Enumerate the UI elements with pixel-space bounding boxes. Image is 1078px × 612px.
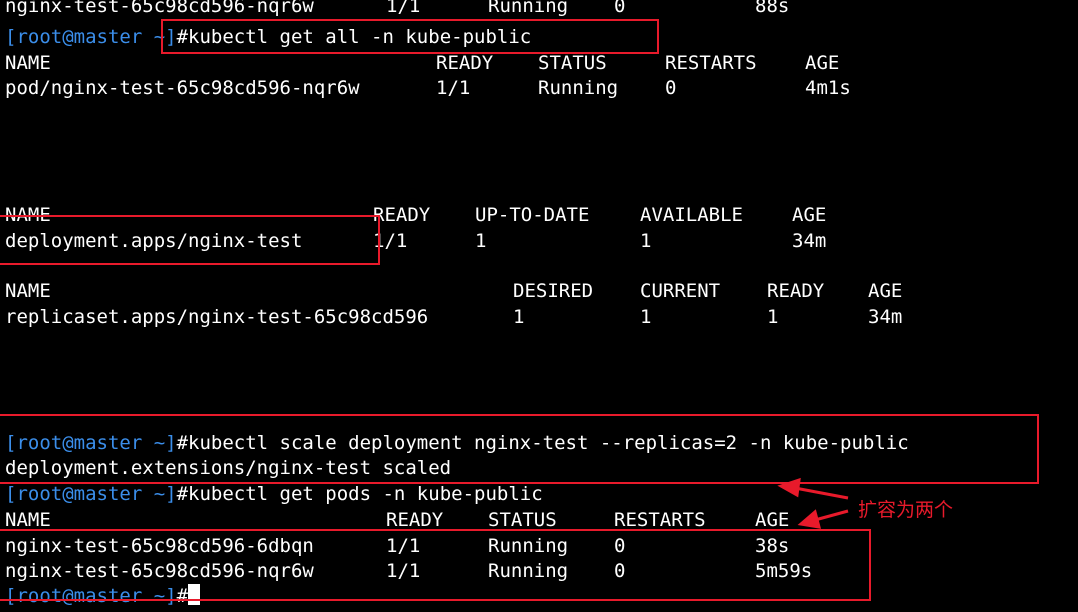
terminal-window[interactable]: nginx-test-65c98cd596-nqr6w 1/1 Running … [0, 0, 1078, 612]
arrow-head-pods [797, 509, 822, 529]
arrow-to-pods [814, 509, 849, 522]
arrow-head-scale [777, 477, 801, 498]
arrow-to-scale [794, 486, 849, 500]
annotation-label: 扩容为两个 [858, 499, 954, 521]
